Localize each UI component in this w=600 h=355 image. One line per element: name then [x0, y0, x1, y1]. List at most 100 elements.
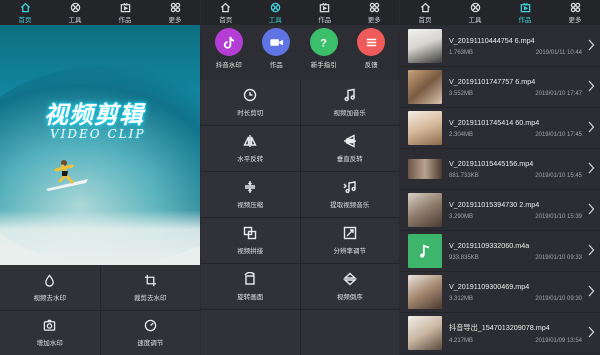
- file-size: 4.217MB: [449, 337, 474, 344]
- tool-label: 时长剪切: [237, 110, 264, 117]
- file-date: 2019/01/09 13:54: [535, 337, 582, 344]
- music-note-icon: [344, 88, 355, 102]
- tool-label: 视频倒序: [336, 294, 363, 301]
- tool-label: 视频去水印: [33, 295, 67, 302]
- nav-label: 首页: [418, 16, 432, 24]
- file-name: V_20191110444754 6.mp4: [449, 36, 535, 45]
- quick-tiktok-watermark[interactable]: 抖音水印: [206, 28, 251, 78]
- help-icon: ?: [309, 28, 338, 56]
- nav-tools[interactable]: 工具: [450, 0, 500, 25]
- tool-label: 提取视频音乐: [330, 202, 370, 209]
- tool-add-watermark[interactable]: 增加水印: [0, 311, 100, 355]
- image-add-icon: [43, 319, 56, 331]
- tool-add-music[interactable]: 视频加音乐: [300, 80, 399, 125]
- tool-label: 视频拼接: [237, 248, 264, 255]
- file-name: V_201911015445156.mp4: [449, 159, 534, 168]
- hero-banner[interactable]: 视频剪辑 VIDEO CLIP: [0, 25, 200, 265]
- quick-guide[interactable]: ? 新手指引: [301, 28, 346, 78]
- tool-vertical-flip[interactable]: 垂直反转: [300, 126, 399, 171]
- audio-file-icon: [408, 234, 442, 268]
- tool-label: 视频压缩: [237, 202, 264, 209]
- chevron-right-icon: [588, 162, 595, 174]
- video-thumbnail: [408, 29, 442, 63]
- nav-label: 更多: [168, 16, 182, 24]
- quick-label: 新手指引: [310, 62, 337, 69]
- nav-label: 工具: [268, 16, 282, 24]
- tool-merge[interactable]: 视频拼接: [201, 218, 300, 263]
- file-date: 2019/01/11 10:44: [535, 50, 582, 56]
- chevron-right-icon: [588, 285, 595, 297]
- nav-works[interactable]: 作品: [100, 0, 150, 25]
- nav-works[interactable]: 作品: [500, 0, 550, 25]
- more-icon: [170, 2, 180, 12]
- chevron-right-icon: [588, 326, 595, 338]
- video-camera-icon: [262, 28, 291, 56]
- tool-compress[interactable]: 视频压缩: [201, 172, 300, 217]
- file-size: 1.763MB: [449, 50, 474, 56]
- nav-more[interactable]: 更多: [550, 0, 600, 25]
- chevron-right-icon: [588, 121, 595, 133]
- quick-label: 作品: [269, 62, 283, 69]
- nav-tools[interactable]: 工具: [50, 0, 100, 25]
- tool-horizontal-flip[interactable]: 水平反转: [201, 126, 300, 171]
- file-row[interactable]: V_20191109300469.mp4 3.312MB 2019/01/10 0…: [400, 272, 600, 313]
- nav-more[interactable]: 更多: [350, 0, 400, 25]
- nav-label: 作品: [518, 16, 532, 24]
- rotate-icon: [244, 272, 256, 285]
- file-date: 2019/01/10 09:30: [535, 296, 582, 302]
- tools-panel: 首页 工具 作品 更多 抖音水印 作品 ? 新手指引 反馈 时长剪切 视频加音乐…: [201, 0, 399, 355]
- nav-tools[interactable]: 工具: [251, 0, 301, 25]
- tool-reverse[interactable]: 视频倒序: [300, 264, 399, 309]
- nav-more[interactable]: 更多: [150, 0, 200, 25]
- video-thumbnail: [408, 193, 442, 227]
- file-name: V_20191101747757 6.mp4: [449, 77, 536, 86]
- svg-text:?: ?: [320, 37, 327, 49]
- bottom-nav: 首页 工具 作品 更多: [400, 0, 600, 25]
- tool-label: 旋转画面: [237, 294, 264, 301]
- file-date: 2019/01/10 17:45: [535, 132, 582, 138]
- tool-speed-adjust[interactable]: 速度调节: [100, 311, 200, 355]
- file-row[interactable]: V_20191109332060.m4a 933.835KB 2019/01/10…: [400, 231, 600, 272]
- video-thumbnail: [408, 275, 442, 309]
- nav-works[interactable]: 作品: [300, 0, 350, 25]
- file-name: V_20191109300469.mp4: [449, 282, 530, 291]
- tool-resolution[interactable]: 分辨率调节: [300, 218, 399, 263]
- file-row[interactable]: 抖音导出_1547013209078.mp4 4.217MB 2019/01/09…: [400, 313, 600, 354]
- tool-trim[interactable]: 时长剪切: [201, 80, 300, 125]
- quick-works[interactable]: 作品: [254, 28, 299, 78]
- bottom-nav: 首页 工具 作品 更多: [201, 0, 399, 25]
- bottom-nav: 首页 工具 作品 更多: [0, 0, 200, 25]
- tool-label: 裁剪去水印: [134, 295, 167, 302]
- nav-home[interactable]: 首页: [0, 0, 50, 25]
- feedback-icon: [357, 28, 386, 56]
- file-name: V_20191109332060.m4a: [449, 241, 530, 250]
- home-icon: [221, 2, 231, 12]
- file-name: V_20191101745414 60.mp4: [449, 118, 540, 127]
- works-panel: 首页 工具 作品 更多 V_20191110444754 6.mp4 1.763…: [400, 0, 600, 355]
- quick-actions: 抖音水印 作品 ? 新手指引 反馈: [201, 28, 399, 78]
- quick-feedback[interactable]: 反馈: [349, 28, 394, 78]
- file-size: 933.835KB: [449, 255, 479, 261]
- file-row[interactable]: V_201911015394730 2.mp4 3.290MB 2019/01/1…: [400, 190, 600, 231]
- nav-home[interactable]: 首页: [201, 0, 251, 25]
- home-icon: [20, 2, 30, 12]
- file-list: V_20191110444754 6.mp4 1.763MB 2019/01/11…: [400, 26, 600, 355]
- tool-extract-music[interactable]: 提取视频音乐: [300, 172, 399, 217]
- file-row[interactable]: V_201911015445156.mp4 881.733KB 2019/01/1…: [400, 149, 600, 190]
- chevron-right-icon: [588, 39, 595, 51]
- tiktok-icon: [214, 28, 243, 56]
- file-row[interactable]: V_20191110444754 6.mp4 1.763MB 2019/01/11…: [400, 26, 600, 67]
- tools-grid: 时长剪切 视频加音乐 水平反转 垂直反转 视频压缩 提取视频音乐 视频拼接 分辨…: [201, 80, 399, 355]
- file-date: 2019/01/10 15:39: [535, 214, 582, 220]
- file-row[interactable]: V_20191101745414 60.mp4 2.304MB 2019/01/1…: [400, 108, 600, 149]
- more-icon: [570, 2, 580, 12]
- hero-title: 视频剪辑: [44, 102, 144, 129]
- tool-crop-watermark[interactable]: 裁剪去水印: [100, 266, 200, 310]
- nav-home[interactable]: 首页: [400, 0, 450, 25]
- tools-icon: [70, 2, 80, 12]
- tool-rotate[interactable]: 旋转画面: [201, 264, 300, 309]
- flip-horizontal-icon: [243, 135, 257, 147]
- home-tools-grid: 视频去水印 裁剪去水印 增加水印 速度调节: [0, 266, 200, 355]
- tool-remove-watermark[interactable]: 视频去水印: [0, 266, 100, 310]
- file-row[interactable]: V_20191101747757 6.mp4 3.552MB 2019/01/10…: [400, 67, 600, 108]
